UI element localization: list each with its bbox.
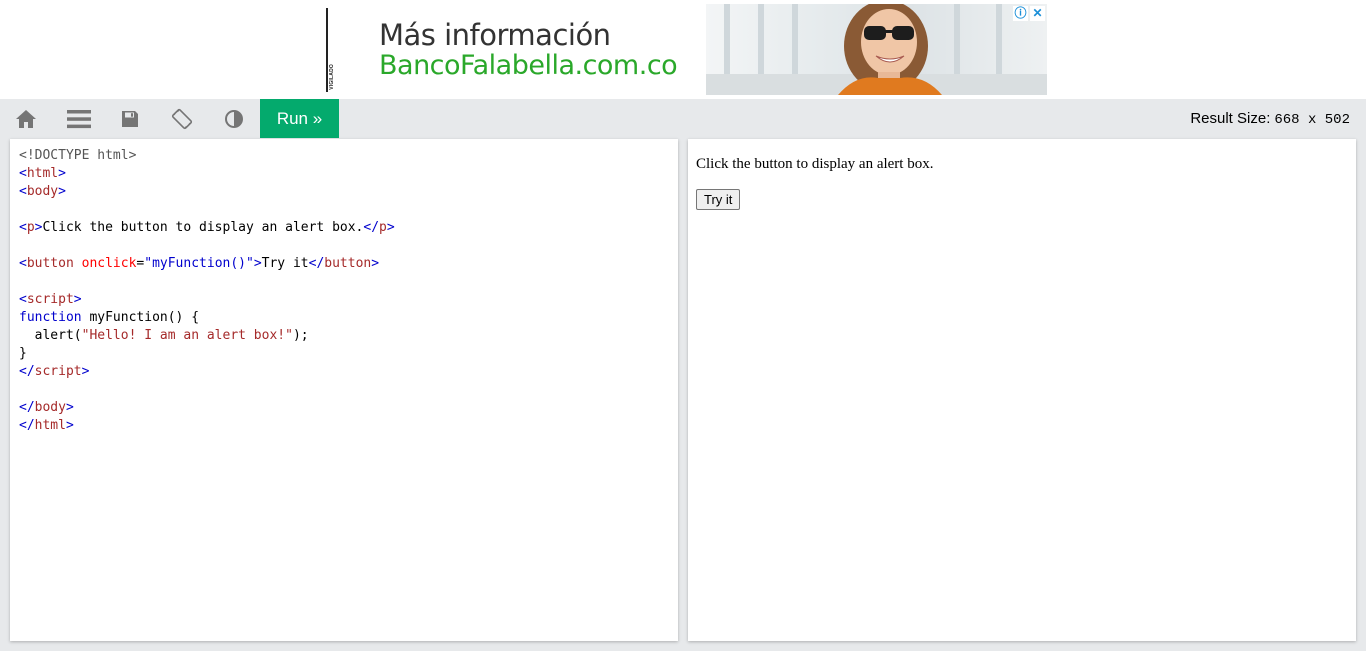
code-token: function — [19, 310, 82, 325]
result-size-label: Result Size: — [1190, 110, 1271, 127]
close-icon[interactable]: ✕ — [1030, 6, 1045, 21]
code-token: html — [34, 418, 66, 433]
code-line: <p>Click the button to display an alert … — [19, 219, 395, 237]
code-token: html — [26, 166, 59, 181]
code-token: p — [26, 220, 35, 235]
code-token: script — [34, 364, 82, 379]
code-token: </ — [19, 364, 35, 379]
code-token: myFunction() { — [81, 310, 200, 325]
toolbar: Run » Result Size: 668 x 502 — [0, 99, 1366, 138]
code-token: button — [324, 256, 372, 271]
code-token: body — [34, 400, 66, 415]
menu-icon[interactable] — [53, 99, 105, 138]
code-token: button — [26, 256, 74, 271]
code-line: <body> — [19, 183, 395, 201]
result-size-value: 668 x 502 — [1274, 112, 1350, 128]
code-token: "Hello! I am an alert box!" — [81, 328, 293, 343]
code-token: Click the button to display an alert box… — [42, 220, 364, 235]
code-token: > — [58, 184, 66, 199]
code-line: <!DOCTYPE html> — [19, 147, 395, 165]
code-line: </body> — [19, 399, 395, 417]
code-token: > — [65, 418, 74, 433]
code-token: ); — [292, 328, 309, 343]
code-token: <!DOCTYPE html> — [19, 148, 137, 163]
code-line: </html> — [19, 417, 395, 435]
ad-vertical-text: VIGILADO — [329, 64, 335, 90]
code-token: alert( — [19, 328, 82, 343]
rotate-icon[interactable] — [156, 99, 208, 138]
code-token: Try it — [261, 256, 309, 271]
code-line: <script> — [19, 291, 395, 309]
result-frame: Click the button to display an alert box… — [688, 139, 1356, 641]
code-token: </ — [363, 220, 380, 235]
code-token: < — [19, 256, 27, 271]
code-token: < — [19, 184, 27, 199]
code-line: </script> — [19, 363, 395, 381]
code-token: script — [26, 292, 74, 307]
ad-url[interactable]: BancoFalabella.com.co — [379, 50, 678, 81]
code-token: p — [379, 220, 387, 235]
code-token: < — [19, 166, 27, 181]
code-token: </ — [308, 256, 325, 271]
code-token: > — [371, 256, 380, 271]
ad-controls: ⓘ ✕ — [1013, 6, 1045, 21]
code-token: < — [19, 220, 27, 235]
code-line: <html> — [19, 165, 395, 183]
code-line: function myFunction() { — [19, 309, 395, 327]
code-token: </ — [19, 400, 35, 415]
result-paragraph: Click the button to display an alert box… — [696, 156, 934, 172]
code-token: > — [253, 256, 262, 271]
code-line: <button onclick="myFunction()">Try it</b… — [19, 255, 395, 273]
home-icon[interactable] — [0, 99, 52, 138]
code-token: > — [65, 400, 74, 415]
ad-vertical-mark: VIGILADO — [326, 8, 337, 92]
info-icon[interactable]: ⓘ — [1013, 6, 1028, 21]
contrast-icon[interactable] — [208, 99, 260, 138]
ad-photo — [706, 4, 1047, 95]
code-token: < — [19, 292, 27, 307]
try-it-button[interactable]: Try it — [696, 189, 741, 210]
code-token: > — [58, 166, 66, 181]
code-editor[interactable]: <!DOCTYPE html> <html> <body> <p>Click the … — [10, 139, 678, 641]
code-token: "myFunction()" — [144, 256, 254, 271]
ad-banner[interactable]: VIGILADO Más información BancoFalabella.… — [323, 4, 1047, 95]
run-button[interactable]: Run » — [260, 99, 339, 138]
ad-strip: VIGILADO Más información BancoFalabella.… — [0, 0, 1366, 99]
code-token: > — [81, 364, 90, 379]
code-token: > — [73, 292, 82, 307]
code-token: } — [19, 346, 27, 361]
code-token: body — [26, 184, 59, 199]
result-size: Result Size: 668 x 502 — [1190, 110, 1350, 128]
code-token: </ — [19, 418, 35, 433]
code-text[interactable]: <!DOCTYPE html> <html> <body> <p>Click the … — [19, 147, 395, 435]
code-token: onclick — [73, 256, 137, 271]
code-line: } — [19, 345, 395, 363]
code-line: alert("Hello! I am an alert box!"); — [19, 327, 395, 345]
save-icon[interactable] — [104, 99, 156, 138]
code-token: > — [386, 220, 395, 235]
ad-headline: Más información — [379, 18, 611, 52]
